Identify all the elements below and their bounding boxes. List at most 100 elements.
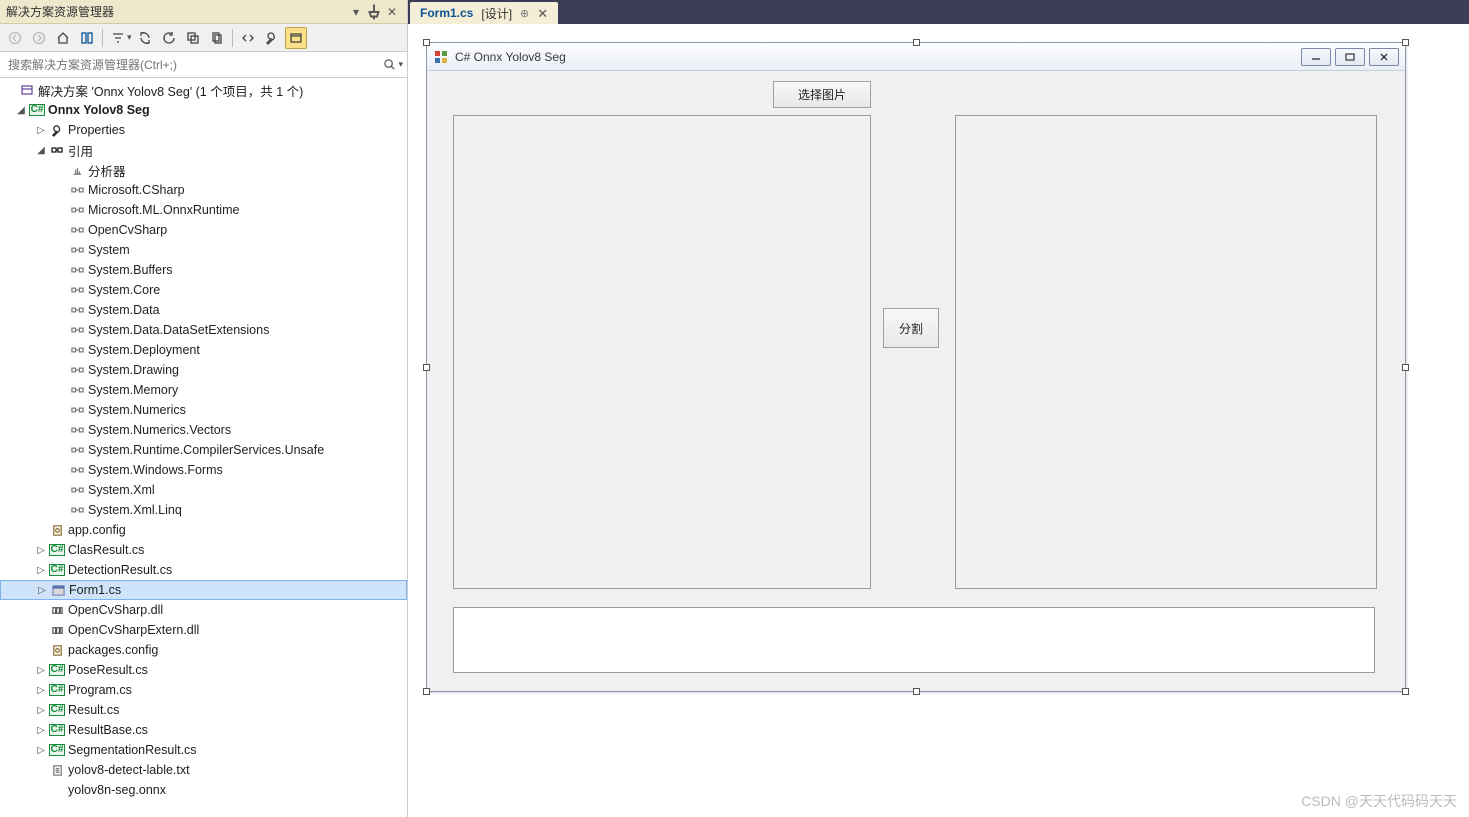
- panel-dropdown-button[interactable]: ▾: [347, 3, 365, 21]
- search-icon[interactable]: [380, 58, 398, 71]
- search-dropdown-icon[interactable]: ▾: [398, 59, 403, 70]
- collapse-icon: [186, 31, 200, 45]
- reference-node[interactable]: OpenCvSharp: [0, 220, 407, 240]
- picturebox-input[interactable]: [453, 115, 871, 589]
- reference-label: System.Xml: [86, 483, 155, 497]
- expand-icon[interactable]: ▷: [34, 665, 48, 676]
- reference-icon: [68, 305, 86, 315]
- expand-icon[interactable]: ▷: [34, 545, 48, 556]
- collapse-icon[interactable]: ◢: [34, 145, 48, 156]
- form-window[interactable]: C# Onnx Yolov8 Seg 选择图片 分割: [426, 42, 1406, 692]
- resize-handle[interactable]: [913, 39, 920, 46]
- cs-file-icon: C#: [48, 664, 66, 676]
- cs-file-icon: C#: [48, 564, 66, 576]
- file-node-form1[interactable]: ▷ Form1.cs: [0, 580, 407, 600]
- sync-button[interactable]: [134, 27, 156, 49]
- expand-icon[interactable]: ▷: [34, 705, 48, 716]
- file-node-onnx-model[interactable]: yolov8n-seg.onnx: [0, 780, 407, 800]
- expand-icon[interactable]: ▷: [34, 725, 48, 736]
- view-code-button[interactable]: [237, 27, 259, 49]
- reference-node[interactable]: System: [0, 240, 407, 260]
- expand-icon[interactable]: ▷: [34, 565, 48, 576]
- reference-icon: [68, 425, 86, 435]
- reference-node[interactable]: System.Xml.Linq: [0, 500, 407, 520]
- reference-node[interactable]: System.Core: [0, 280, 407, 300]
- solution-node[interactable]: 解决方案 'Onnx Yolov8 Seg' (1 个项目，共 1 个): [0, 80, 407, 100]
- expand-icon[interactable]: ▷: [34, 745, 48, 756]
- expand-icon[interactable]: ▷: [35, 585, 49, 596]
- close-icon[interactable]: ✕: [537, 7, 548, 20]
- reference-label: OpenCvSharp: [86, 223, 167, 237]
- tab-form1-design[interactable]: Form1.cs [设计] ⊕ ✕: [410, 2, 558, 24]
- file-node-clasresult[interactable]: ▷ C# ClasResult.cs: [0, 540, 407, 560]
- reference-label: Microsoft.ML.OnnxRuntime: [86, 203, 239, 217]
- file-node-segresult[interactable]: ▷ C# SegmentationResult.cs: [0, 740, 407, 760]
- home-button[interactable]: [52, 27, 74, 49]
- maximize-button[interactable]: [1335, 48, 1365, 66]
- file-node-detectionresult[interactable]: ▷ C# DetectionResult.cs: [0, 560, 407, 580]
- reference-node[interactable]: System.Windows.Forms: [0, 460, 407, 480]
- reference-node[interactable]: System.Xml: [0, 480, 407, 500]
- file-node-resultbase[interactable]: ▷ C# ResultBase.cs: [0, 720, 407, 740]
- solution-tree[interactable]: 解决方案 'Onnx Yolov8 Seg' (1 个项目，共 1 个) ◢ C…: [0, 78, 407, 817]
- project-node[interactable]: ◢ C# Onnx Yolov8 Seg: [0, 100, 407, 120]
- file-node-opencvsharp-dll[interactable]: OpenCvSharp.dll: [0, 600, 407, 620]
- nav-forward-button[interactable]: [28, 27, 50, 49]
- reference-node[interactable]: Microsoft.ML.OnnxRuntime: [0, 200, 407, 220]
- select-image-button[interactable]: 选择图片: [773, 81, 871, 108]
- filter-dropdown-icon[interactable]: ▾: [127, 32, 132, 43]
- collapse-icon[interactable]: ◢: [14, 105, 28, 116]
- search-input[interactable]: [4, 56, 380, 74]
- panel-pin-button[interactable]: [365, 3, 383, 21]
- filter-button[interactable]: [107, 27, 129, 49]
- refresh-icon: [162, 31, 176, 45]
- form-client-area[interactable]: 选择图片 分割: [427, 71, 1405, 691]
- minimize-button[interactable]: [1301, 48, 1331, 66]
- search-box[interactable]: ▾: [0, 52, 407, 78]
- designer-surface[interactable]: C# Onnx Yolov8 Seg 选择图片 分割: [408, 24, 1469, 817]
- nav-back-button[interactable]: [4, 27, 26, 49]
- reference-node[interactable]: System.Deployment: [0, 340, 407, 360]
- reference-node[interactable]: System.Data: [0, 300, 407, 320]
- collapse-all-button[interactable]: [182, 27, 204, 49]
- file-node-labels-txt[interactable]: yolov8-detect-lable.txt: [0, 760, 407, 780]
- file-node-packages-config[interactable]: packages.config: [0, 640, 407, 660]
- reference-node[interactable]: System.Numerics.Vectors: [0, 420, 407, 440]
- reference-node[interactable]: System.Buffers: [0, 260, 407, 280]
- show-all-files-button[interactable]: [206, 27, 228, 49]
- file-label: Program.cs: [66, 683, 132, 697]
- pin-icon[interactable]: ⊕: [520, 7, 529, 20]
- resize-handle[interactable]: [423, 39, 430, 46]
- reference-node[interactable]: Microsoft.CSharp: [0, 180, 407, 200]
- file-node-app-config[interactable]: app.config: [0, 520, 407, 540]
- document-tabs: Form1.cs [设计] ⊕ ✕: [408, 0, 1469, 24]
- reference-icon: [68, 205, 86, 215]
- close-button[interactable]: [1369, 48, 1399, 66]
- expand-icon[interactable]: ▷: [34, 125, 48, 136]
- preview-selected-button[interactable]: [285, 27, 307, 49]
- properties-button[interactable]: [261, 27, 283, 49]
- refresh-button[interactable]: [158, 27, 180, 49]
- file-node-opencvsharpextern-dll[interactable]: OpenCvSharpExtern.dll: [0, 620, 407, 640]
- reference-icon: [68, 245, 86, 255]
- file-label: Form1.cs: [67, 583, 121, 597]
- picturebox-output[interactable]: [955, 115, 1377, 589]
- reference-node[interactable]: System.Drawing: [0, 360, 407, 380]
- resize-handle[interactable]: [1402, 39, 1409, 46]
- output-textbox[interactable]: [453, 607, 1375, 673]
- file-node-result[interactable]: ▷ C# Result.cs: [0, 700, 407, 720]
- form-icon: [49, 584, 67, 597]
- properties-node[interactable]: ▷ Properties: [0, 120, 407, 140]
- reference-node[interactable]: System.Memory: [0, 380, 407, 400]
- reference-node[interactable]: System.Data.DataSetExtensions: [0, 320, 407, 340]
- switch-views-button[interactable]: [76, 27, 98, 49]
- expand-icon[interactable]: ▷: [34, 685, 48, 696]
- references-node[interactable]: ◢ 引用: [0, 140, 407, 160]
- file-node-poseresult[interactable]: ▷ C# PoseResult.cs: [0, 660, 407, 680]
- file-node-program[interactable]: ▷ C# Program.cs: [0, 680, 407, 700]
- panel-close-button[interactable]: ✕: [383, 3, 401, 21]
- reference-node[interactable]: System.Runtime.CompilerServices.Unsafe: [0, 440, 407, 460]
- analyzer-node[interactable]: 分析器: [0, 160, 407, 180]
- segment-button[interactable]: 分割: [883, 308, 939, 348]
- reference-node[interactable]: System.Numerics: [0, 400, 407, 420]
